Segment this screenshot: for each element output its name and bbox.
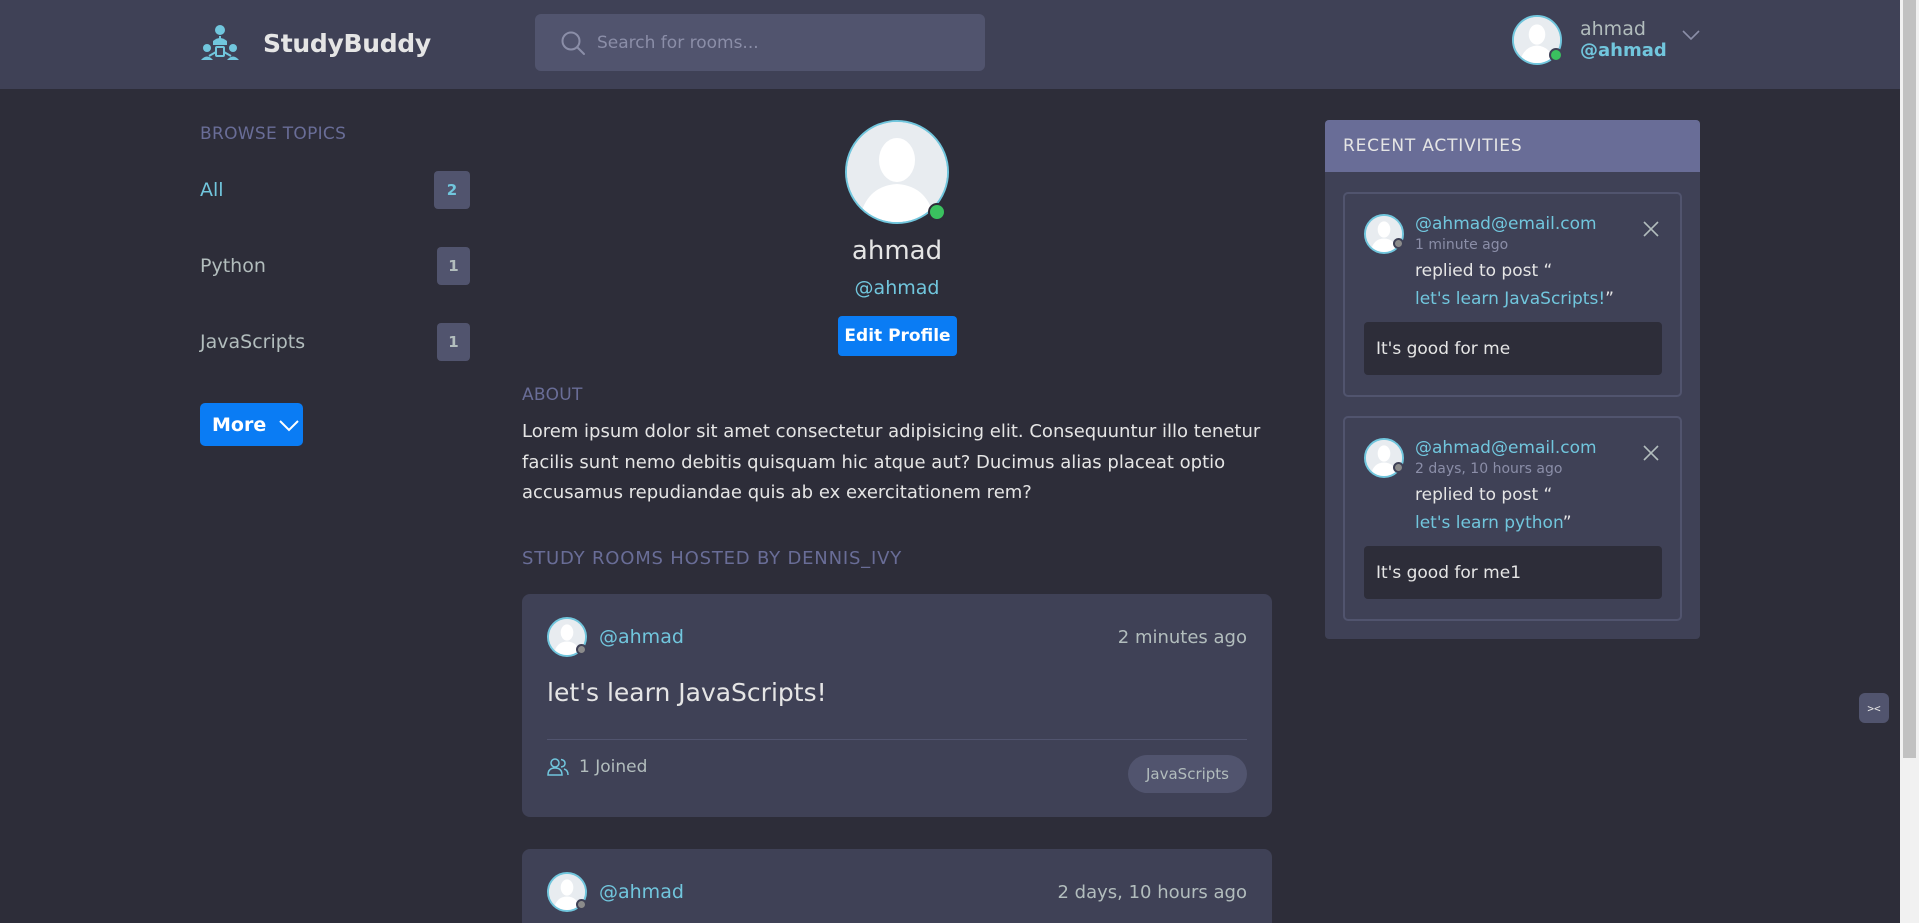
avatar: [1512, 15, 1563, 65]
edit-profile-button[interactable]: Edit Profile: [838, 316, 957, 356]
room-card: @ahmad 2 minutes ago let's learn JavaScr…: [522, 594, 1272, 817]
activity-description: replied to post “ let's learn JavaScript…: [1415, 257, 1665, 313]
status-icon: [576, 644, 587, 655]
activity-post-link[interactable]: let's learn JavaScripts!: [1415, 289, 1605, 309]
activity-user-link[interactable]: @ahmad@email.com: [1415, 214, 1597, 234]
search-box: [535, 14, 985, 71]
user-menu[interactable]: ahmad @ahmad: [1512, 14, 1704, 66]
chevron-down-icon: [279, 419, 299, 431]
floating-widget-icon[interactable]: ><: [1859, 693, 1889, 723]
activity-post-link[interactable]: let's learn python: [1415, 513, 1563, 533]
activity-action: replied to post “: [1415, 261, 1553, 281]
topic-count-badge: 2: [434, 171, 470, 209]
status-icon: [1393, 238, 1404, 249]
room-host-link[interactable]: @ahmad: [599, 881, 684, 903]
scrollbar-thumb[interactable]: [1903, 0, 1916, 758]
logo-link[interactable]: StudyBuddy: [199, 22, 431, 64]
close-icon[interactable]: [1642, 444, 1660, 462]
activity-avatar[interactable]: [1364, 438, 1404, 478]
activity-time: 1 minute ago: [1415, 237, 1509, 253]
activity-avatar[interactable]: [1364, 214, 1404, 254]
room-title-link[interactable]: let's learn JavaScripts!: [547, 678, 827, 707]
activity-message: It's good for me1: [1364, 546, 1662, 599]
more-label: More: [212, 413, 267, 436]
topic-count-badge: 1: [437, 323, 470, 361]
room-time: 2 days, 10 hours ago: [1057, 881, 1247, 903]
quote-end: ”: [1605, 289, 1614, 309]
recent-activities-panel: RECENT ACTIVITIES @ahmad@email.com 1 min…: [1325, 120, 1700, 639]
top-navbar: StudyBuddy ahmad @ahmad: [0, 0, 1900, 89]
rooms-section-title: STUDY ROOMS HOSTED BY DENNIS_IVY: [522, 548, 902, 569]
online-status-icon: [928, 203, 946, 221]
search-icon: [561, 31, 585, 55]
profile-name: ahmad: [851, 236, 943, 266]
topic-count-badge: 1: [437, 247, 470, 285]
activity-item: @ahmad@email.com 1 minute ago replied to…: [1343, 192, 1682, 397]
status-icon: [576, 899, 587, 910]
profile-handle: @ahmad: [854, 277, 940, 299]
about-title: ABOUT: [522, 385, 583, 405]
profile-avatar: [845, 120, 949, 224]
search-input[interactable]: [597, 14, 967, 71]
room-host-avatar[interactable]: [547, 872, 587, 912]
divider: [547, 739, 1247, 740]
activity-message: It's good for me: [1364, 322, 1662, 375]
brand-name: StudyBuddy: [263, 28, 431, 58]
activity-user-link[interactable]: @ahmad@email.com: [1415, 438, 1597, 458]
activity-description: replied to post “ let's learn python”: [1415, 481, 1665, 537]
topic-item-javascripts[interactable]: JavaScripts 1: [200, 322, 470, 362]
online-status-icon: [1549, 48, 1563, 62]
activity-time: 2 days, 10 hours ago: [1415, 461, 1563, 477]
room-topic-tag[interactable]: JavaScripts: [1127, 755, 1247, 793]
logo-icon: [201, 25, 239, 60]
topic-item-all[interactable]: All 2: [200, 170, 470, 210]
room-host-link[interactable]: @ahmad: [599, 626, 684, 648]
more-topics-button[interactable]: More: [200, 403, 303, 446]
browse-topics-title: BROWSE TOPICS: [200, 124, 347, 144]
activity-action: replied to post “: [1415, 485, 1553, 505]
room-host-avatar[interactable]: [547, 617, 587, 657]
user-name: ahmad: [1580, 18, 1646, 40]
topic-label: All: [200, 179, 224, 201]
close-icon[interactable]: [1642, 220, 1660, 238]
quote-end: ”: [1562, 513, 1572, 533]
status-icon: [1393, 462, 1404, 473]
page-scrollbar[interactable]: [1900, 0, 1919, 923]
topic-label: Python: [200, 255, 266, 277]
user-handle: @ahmad: [1580, 40, 1667, 61]
room-time: 2 minutes ago: [1117, 626, 1247, 648]
room-card: @ahmad 2 days, 10 hours ago: [522, 849, 1272, 923]
topic-item-python[interactable]: Python 1: [200, 246, 470, 286]
topic-label: JavaScripts: [200, 331, 306, 353]
joined-count: 1 Joined: [579, 757, 648, 777]
chevron-down-icon[interactable]: [1680, 24, 1702, 46]
about-text: Lorem ipsum dolor sit amet consectetur a…: [522, 421, 1261, 503]
users-icon: [547, 758, 569, 776]
activities-title: RECENT ACTIVITIES: [1325, 120, 1700, 172]
activity-item: @ahmad@email.com 2 days, 10 hours ago re…: [1343, 416, 1682, 621]
room-joined: 1 Joined: [547, 757, 647, 777]
